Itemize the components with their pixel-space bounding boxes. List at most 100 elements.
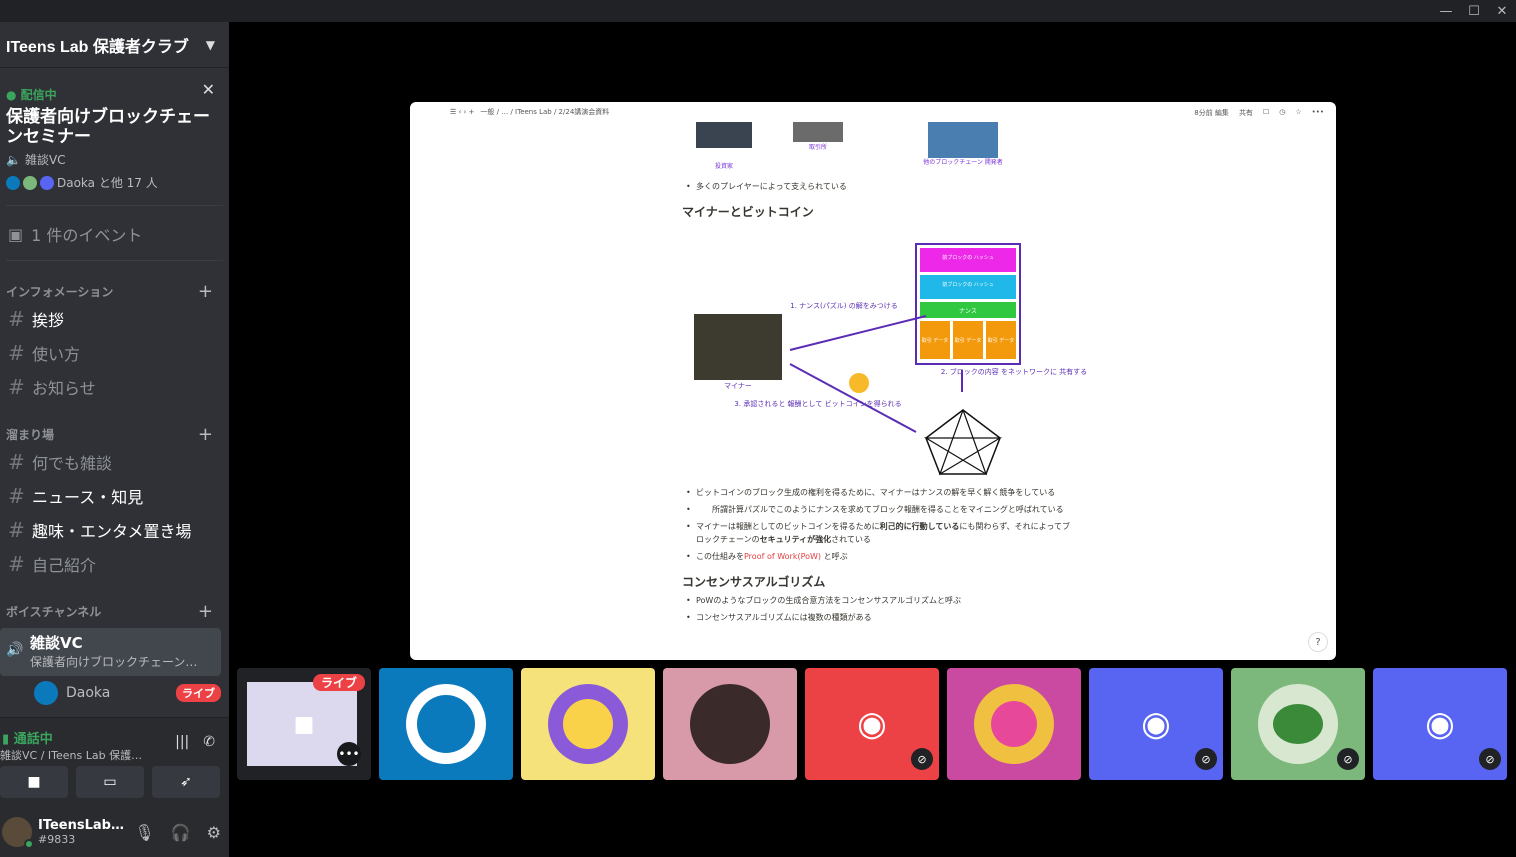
channel-label: お知らせ — [32, 379, 96, 398]
headphones-icon[interactable]: 🎧 — [171, 823, 191, 842]
hash-icon: # — [8, 450, 25, 474]
avatar — [23, 175, 37, 190]
text-segment: この仕組みを — [696, 552, 744, 561]
participant-tile[interactable]: ⊘ — [1231, 668, 1365, 780]
text-segment: マイナーは報酬としてのビットコインを得るために — [696, 522, 880, 531]
channel-item[interactable]: # 挨拶 — [0, 302, 229, 336]
plus-icon[interactable]: + — [198, 281, 213, 302]
bold-text: セキュリティが強化 — [759, 535, 832, 544]
events-label: 1 件のイベント — [31, 226, 143, 245]
shared-screen[interactable]: ☰ ‹ › + 一般 / … / ITeens Lab / 2/24講演会資料 … — [410, 102, 1336, 660]
hash-icon: # — [8, 341, 25, 365]
avatar — [974, 684, 1054, 764]
network-star — [923, 409, 1003, 476]
avatar — [690, 684, 770, 764]
live-badge: ライブ — [176, 684, 221, 702]
category-label: ボイスチャンネル — [6, 605, 102, 619]
channel-item[interactable]: # 自己紹介 — [0, 547, 229, 581]
bitcoin-icon — [849, 373, 869, 393]
bullet-text: コンセンサスアルゴリズムには複数の種類がある — [682, 611, 1072, 624]
stage-banner[interactable]: ✕ ● 配信中 保護者向けブロックチェーンセミナー 🔈 雑談VC Daoka と他… — [0, 68, 229, 191]
channel-label: 何でも雑談 — [32, 454, 113, 473]
miner-image — [694, 314, 782, 380]
participant-tile[interactable]: ◉ ⊘ — [1089, 668, 1223, 780]
participant-tile[interactable]: ◉ ⊘ — [1373, 668, 1507, 780]
channel-item[interactable]: # ニュース・知見 — [0, 479, 229, 513]
tx-label-2: 取引 データ — [955, 337, 982, 344]
avatar[interactable] — [2, 817, 34, 849]
disconnect-icon[interactable]: ✆ — [203, 734, 215, 750]
participant-tile[interactable] — [521, 668, 655, 780]
live-badge: ライブ — [312, 674, 365, 691]
stage-channel: 雑談VC — [24, 153, 66, 167]
voice-channel-item[interactable]: 🔊 雑談VC 保護者向けブロックチェーン… — [0, 628, 221, 676]
screen-share-button[interactable]: ▭ — [76, 766, 144, 798]
username: ITeensLab… — [38, 818, 124, 833]
participant-tile[interactable] — [947, 668, 1081, 780]
minimize-button[interactable]: — — [1432, 0, 1460, 22]
developer-label: 他のブロックチェーン 開発者 — [923, 158, 1003, 166]
channel-label: 自己紹介 — [32, 556, 97, 575]
voice-connection-panel: ▮ 通話中 雑談VC / ITeens Lab 保護… ||| ✆ ■ ▭ ➶ — [0, 717, 229, 807]
bullet-text: ビットコインのブロック生成の権利を得るために、マイナーはナンスの解を早く解く競争… — [682, 486, 1072, 499]
category-voice[interactable]: ボイスチャンネル + — [0, 601, 229, 622]
avatar — [6, 175, 20, 190]
heading: マイナーとビットコイン — [682, 205, 814, 219]
exchange-label: 取引所 — [809, 143, 827, 151]
channel-item[interactable]: # お知らせ — [0, 370, 229, 404]
channel-item[interactable]: # 趣味・エンタメ置き場 — [0, 513, 229, 547]
channel-item[interactable]: # 使い方 — [0, 336, 229, 370]
participant-tile[interactable] — [379, 668, 513, 780]
microphone-icon[interactable]: 🎙 — [134, 823, 154, 842]
category-info[interactable]: インフォメーション + — [0, 281, 229, 302]
avatar — [40, 175, 54, 190]
noise-suppression-icon[interactable]: ||| — [175, 734, 189, 750]
participant-tile[interactable]: ◉ ⊘ — [805, 668, 939, 780]
character-icon — [991, 701, 1037, 747]
server-header[interactable]: ITeens Lab 保護者クラブ ▼ — [0, 22, 229, 68]
bullet-text: この仕組みをProof of Work(PoW) と呼ぶ — [682, 550, 1072, 563]
category-hangout[interactable]: 溜まり場 + — [0, 424, 229, 445]
close-icon[interactable]: ✕ — [202, 80, 215, 99]
arrow-3 — [789, 363, 917, 433]
online-status-icon — [24, 839, 34, 849]
discord-logo-icon: ◉ — [857, 704, 887, 744]
hash-icon: # — [8, 518, 25, 542]
stream-preview-tile[interactable]: ■ ライブ ••• — [237, 668, 371, 780]
voice-user[interactable]: Daoka ライブ — [0, 676, 229, 710]
avatar — [34, 681, 58, 705]
document-body-2: ビットコインのブロック生成の権利を得るために、マイナーはナンスの解を早く解く競争… — [682, 486, 1072, 624]
muted-icon: ⊘ — [1195, 748, 1217, 770]
divider — [6, 260, 223, 261]
exchange-image — [793, 122, 843, 142]
maximize-button[interactable]: ☐ — [1460, 0, 1488, 22]
sub-bullet-text: 所謂計算パズルでこのようにナンスを求めてブロック報酬を得ることをマイニングと呼ば… — [682, 503, 1072, 516]
prev-hash-label-2: 前ブロックの ハッシュ — [942, 281, 994, 288]
muted-icon: ⊘ — [1479, 748, 1501, 770]
activity-button[interactable]: ➶ — [152, 766, 220, 798]
hash-icon: # — [8, 552, 25, 576]
camera-button[interactable]: ■ — [0, 766, 68, 798]
discord-logo-icon: ◉ — [1141, 704, 1171, 744]
nonce-label: ナンス — [959, 308, 977, 315]
plus-icon[interactable]: + — [198, 601, 213, 622]
developer-image — [928, 122, 998, 158]
muted-icon: ⊘ — [911, 748, 933, 770]
channel-label: ニュース・知見 — [32, 488, 144, 507]
close-window-button[interactable]: ✕ — [1488, 0, 1516, 22]
user-panel: ITeensLab… #9833 🎙 🎧 ⚙ — [0, 807, 229, 857]
events-button[interactable]: ▣ 1 件のイベント — [0, 206, 229, 246]
plus-icon[interactable]: + — [198, 424, 213, 445]
channel-label: 挨拶 — [32, 311, 65, 330]
hash-icon: # — [8, 307, 25, 331]
camera-icon: ■ — [293, 711, 315, 737]
avatar — [406, 684, 486, 764]
gear-icon[interactable]: ⚙ — [207, 823, 221, 842]
more-icon[interactable]: ••• — [337, 742, 361, 766]
voice-channel-name: 雑談VC — [30, 634, 83, 652]
network-graph — [925, 409, 1001, 475]
participant-tile[interactable] — [663, 668, 797, 780]
stream-view: ☰ ‹ › + 一般 / … / ITeens Lab / 2/24講演会資料 … — [229, 22, 1516, 857]
channel-item[interactable]: # 何でも雑談 — [0, 445, 229, 479]
highlight-text: Proof of Work(PoW) — [744, 552, 822, 561]
